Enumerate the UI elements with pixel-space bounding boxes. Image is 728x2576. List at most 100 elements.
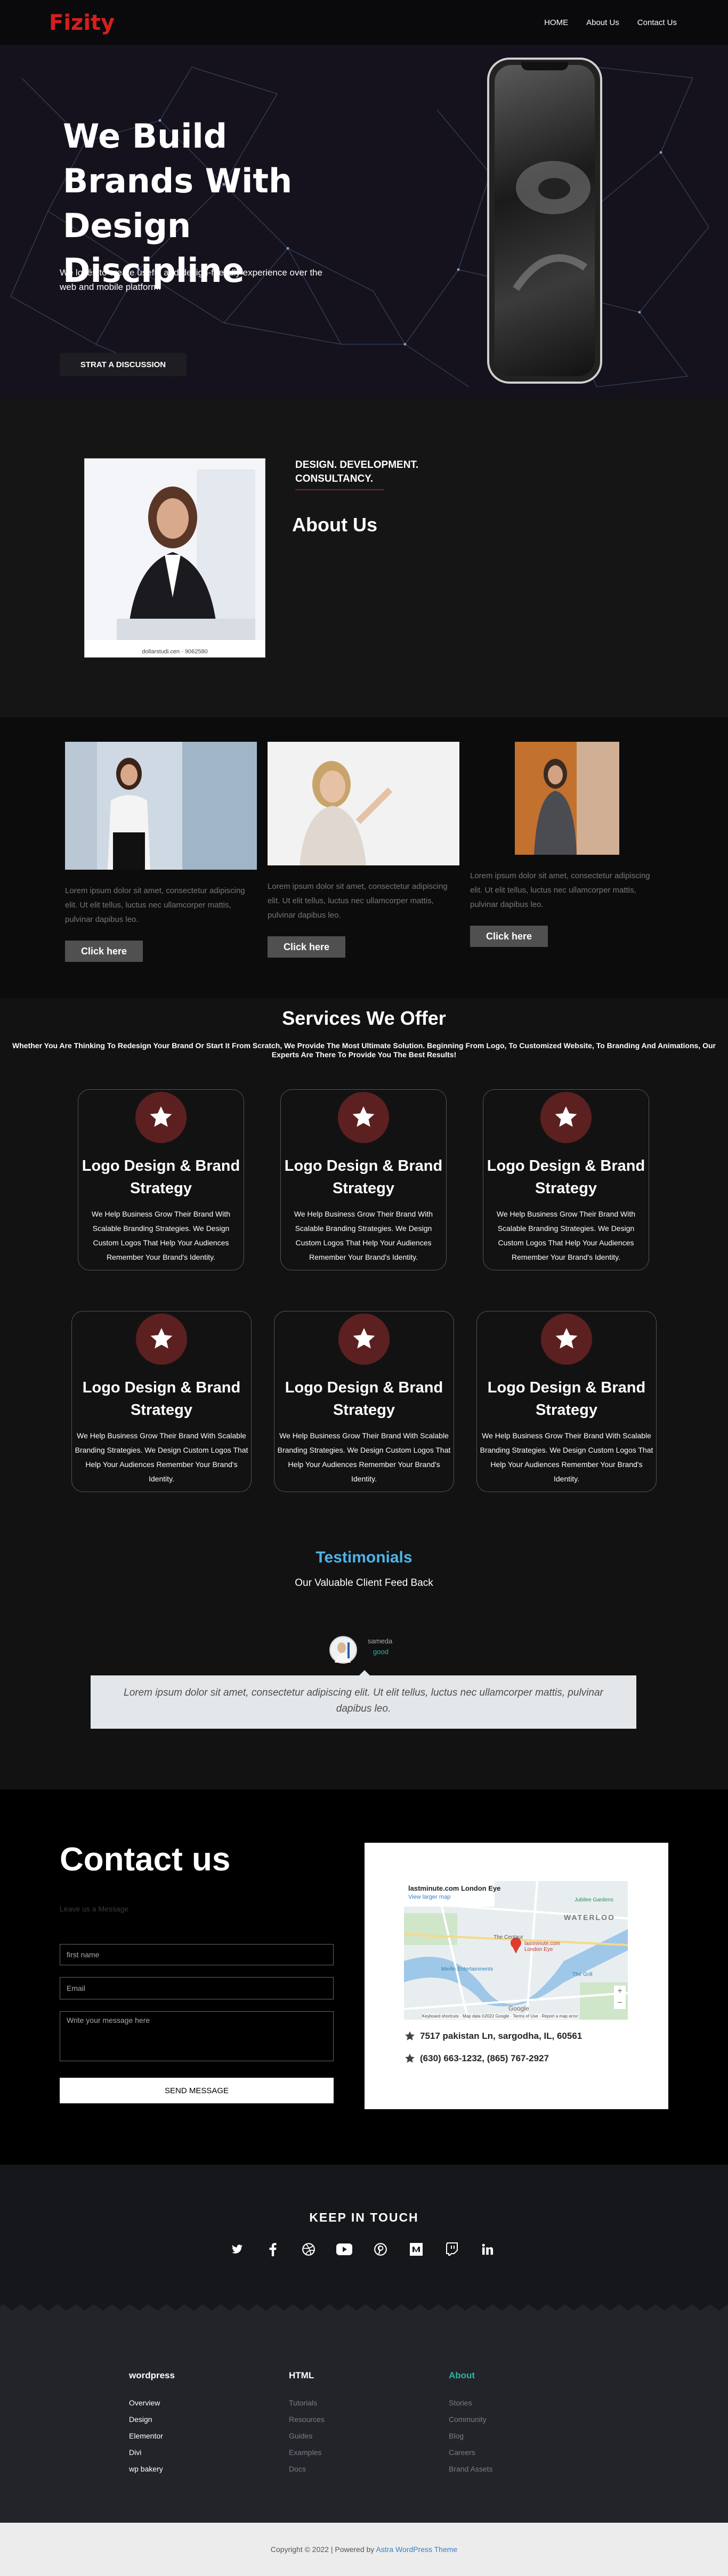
social-links	[229, 2241, 496, 2257]
dribbble-icon[interactable]	[301, 2241, 316, 2257]
view-larger-map-link[interactable]: View larger map	[408, 1894, 450, 1900]
service-title: Logo Design & Brand Strategy	[82, 1157, 240, 1197]
nav-about[interactable]: About Us	[586, 18, 619, 27]
service-text: We Help Business Grow Their Brand With S…	[294, 1210, 433, 1261]
contact-section: Contact us Leave us a Message SEND MESSA…	[0, 1789, 728, 2165]
team-card-text: Lorem ipsum dolor sit amet, consectetur …	[470, 871, 650, 909]
footer-link[interactable]: wp bakery	[129, 2461, 175, 2477]
footer-link[interactable]: Resources	[289, 2411, 325, 2428]
click-here-button[interactable]: Click here	[268, 936, 345, 958]
zigzag-divider	[0, 2300, 728, 2311]
footer-column-about: About Stories Community Blog Careers Bra…	[449, 2370, 493, 2477]
email-field[interactable]	[60, 1977, 334, 1999]
google-logo: Google	[508, 2005, 529, 2012]
medium-icon[interactable]	[409, 2241, 424, 2257]
service-card: Logo Design & Brand Strategy We Help Bus…	[476, 1311, 657, 1492]
footer-link[interactable]: Community	[449, 2411, 493, 2428]
star-icon	[405, 2053, 415, 2063]
service-title: Logo Design & Brand Strategy	[82, 1379, 241, 1419]
footer-column-html: HTML Tutorials Resources Guides Examples…	[289, 2370, 325, 2477]
footer-link[interactable]: Design	[129, 2411, 175, 2428]
pinterest-icon[interactable]	[373, 2241, 388, 2257]
facebook-icon[interactable]	[265, 2241, 280, 2257]
first-name-field[interactable]	[60, 1944, 334, 1965]
team-card-image	[65, 742, 257, 870]
about-title: About Us	[292, 514, 377, 536]
service-card: Logo Design & Brand Strategy We Help Bus…	[280, 1089, 447, 1270]
footer-column-title: About	[449, 2370, 475, 2380]
footer-link[interactable]: Stories	[449, 2395, 493, 2411]
address-row: 7517 pakistan Ln, sargodha, IL, 60561	[404, 2030, 582, 2042]
keep-in-touch-title: KEEP IN TOUCH	[309, 2210, 419, 2224]
contact-hint: Leave us a Message	[60, 1905, 129, 1913]
footer-link[interactable]: Blog	[449, 2428, 493, 2444]
click-here-button[interactable]: Click here	[470, 926, 548, 947]
team-card-text: Lorem ipsum dolor sit amet, consectetur …	[268, 882, 448, 920]
footer-link[interactable]: Elementor	[129, 2428, 175, 2444]
send-message-button[interactable]: SEND MESSAGE	[60, 2078, 334, 2103]
site-logo[interactable]: Fizity	[47, 7, 132, 37]
map-label: Merlin Entertainments	[441, 1966, 494, 1972]
zoom-controls[interactable]: + −	[614, 1986, 626, 2009]
social-section: KEEP IN TOUCH	[0, 2165, 728, 2300]
nav-contact[interactable]: Contact Us	[637, 18, 677, 27]
footer-link[interactable]: Guides	[289, 2428, 325, 2444]
embedded-map[interactable]: lastminute.com London Eye View larger ma…	[404, 1881, 628, 2020]
about-photo: dollarstudi.cen · 9062580	[84, 458, 265, 658]
hero-subtitle: We lovés to create useful and design-fri…	[60, 268, 322, 292]
service-title: Logo Design & Brand Strategy	[284, 1157, 443, 1197]
service-title: Logo Design & Brand Strategy	[487, 1157, 645, 1197]
service-card: Logo Design & Brand Strategy We Help Bus…	[71, 1311, 252, 1492]
team-card: Lorem ipsum dolor sit amet, consectetur …	[470, 742, 662, 947]
testimonials-title: Testimonials	[316, 1549, 412, 1566]
twitch-icon[interactable]	[444, 2241, 460, 2257]
client-role: good	[373, 1648, 389, 1656]
phone-row: (630) 663-1232, (865) 767-2927	[404, 2053, 549, 2064]
tagline-divider	[295, 489, 384, 490]
nav-home[interactable]: HOME	[544, 18, 568, 27]
businesswoman-image	[85, 459, 265, 640]
footer-link[interactable]: Tutorials	[289, 2395, 325, 2411]
footer-link[interactable]: Divi	[129, 2444, 175, 2461]
footer-link[interactable]: Brand Assets	[449, 2461, 493, 2477]
footer-link[interactable]: Docs	[289, 2461, 325, 2477]
map-card: lastminute.com London Eye View larger ma…	[365, 1843, 668, 2109]
footer-link[interactable]: Examples	[289, 2444, 325, 2461]
team-card: Lorem ipsum dolor sit amet, consectetur …	[268, 742, 459, 958]
service-card: Logo Design & Brand Strategy We Help Bus…	[483, 1089, 649, 1270]
service-text: We Help Business Grow Their Brand With S…	[91, 1210, 231, 1261]
footer-link[interactable]: Careers	[449, 2444, 493, 2461]
services-section: Services We Offer Whether You Are Thinki…	[0, 999, 728, 1521]
message-field[interactable]	[60, 2011, 334, 2061]
youtube-icon[interactable]	[336, 2241, 353, 2257]
service-card: Logo Design & Brand Strategy We Help Bus…	[274, 1311, 454, 1492]
phone-notch	[521, 62, 568, 70]
team-card-text: Lorem ipsum dolor sit amet, consectetur …	[65, 886, 245, 924]
footer-column-wordpress: wordpress Overview Design Elementor Divi…	[129, 2370, 175, 2477]
map-label: WATERLOO	[564, 1913, 615, 1922]
about-section: dollarstudi.cen · 9062580 DESIGN. DEVELO…	[0, 398, 728, 717]
astra-theme-link[interactable]: Astra WordPress Theme	[376, 2545, 457, 2554]
site-header: Fizity HOME About Us Contact Us	[0, 0, 728, 46]
logo-text: Fizity	[49, 11, 115, 35]
linkedin-icon[interactable]	[480, 2241, 496, 2257]
client-name: sameda	[368, 1637, 393, 1645]
service-text: We Help Business Grow Their Brand With S…	[75, 1431, 248, 1483]
footer-link[interactable]: Overview	[129, 2395, 175, 2411]
testimonial-quote: Lorem ipsum dolor sit amet, consectetur …	[91, 1670, 636, 1729]
team-section: Lorem ipsum dolor sit amet, consectetur …	[0, 717, 728, 999]
about-tagline: DESIGN. DEVELOPMENT. CONSULTANCY.	[295, 459, 419, 484]
services-subtitle: Whether You Are Thinking To Redesign You…	[12, 1041, 716, 1059]
map-label: lastminute.com London Eye	[524, 1941, 561, 1953]
twitter-icon[interactable]	[229, 2241, 245, 2257]
service-text: We Help Business Grow Their Brand With S…	[496, 1210, 636, 1261]
phone-screen-image	[495, 65, 595, 376]
click-here-button[interactable]: Click here	[65, 941, 143, 962]
star-icon	[135, 1092, 187, 1143]
service-text: We Help Business Grow Their Brand With S…	[480, 1431, 653, 1483]
map-label: The Centaur	[494, 1934, 523, 1940]
address-text: 7517 pakistan Ln, sargodha, IL, 60561	[420, 2031, 583, 2041]
service-text: We Help Business Grow Their Brand With S…	[277, 1431, 451, 1483]
start-discussion-button[interactable]: STRAT A DISCUSSION	[60, 353, 187, 376]
star-icon	[540, 1092, 592, 1143]
